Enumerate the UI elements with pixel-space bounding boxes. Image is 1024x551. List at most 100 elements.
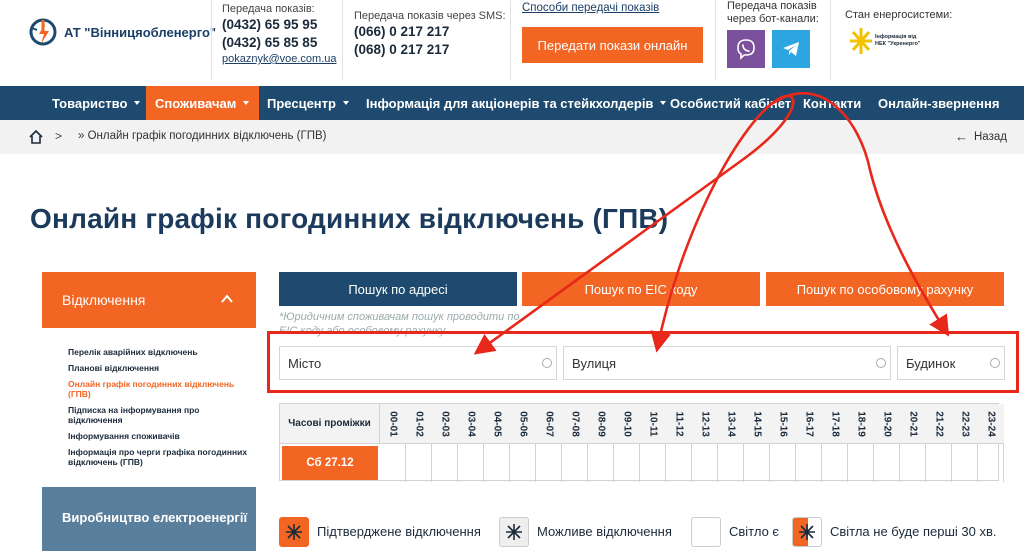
- nav-item-personal-cabinet[interactable]: Особистий кабінет: [670, 86, 791, 120]
- hour-column: 21-22: [926, 404, 952, 482]
- nav-item-online-appeal[interactable]: Онлайн-звернення: [878, 86, 999, 120]
- sidebar-item-consumer-info[interactable]: Інформування споживачів: [68, 431, 248, 441]
- hour-header-cell: 17-18: [822, 404, 848, 444]
- back-link[interactable]: ← Назад: [955, 129, 1007, 144]
- telegram-bot-button[interactable]: [772, 30, 810, 68]
- sidebar-item-subscription[interactable]: Підписка на інформування про відключення: [68, 405, 248, 425]
- hour-column: 02-03: [432, 404, 458, 482]
- hour-label: 17-18: [829, 410, 841, 437]
- hour-header-cell: 14-15: [744, 404, 770, 444]
- main-nav: Товариство Споживачам Пресцентр Інформац…: [0, 86, 1024, 120]
- legend-label: Світла не буде перші 30 хв.: [830, 524, 997, 539]
- back-label: Назад: [974, 130, 1007, 143]
- hour-column: 08-09: [588, 404, 614, 482]
- breadcrumb: > » Онлайн графік погодинних відключень …: [0, 120, 1024, 154]
- phone-number-2[interactable]: (0432) 65 85 85: [222, 34, 337, 52]
- hour-column: 09-10: [614, 404, 640, 482]
- hour-column: 07-08: [562, 404, 588, 482]
- hour-label: 20-21: [907, 410, 919, 437]
- sms-number-2[interactable]: (068) 0 217 217: [354, 41, 506, 59]
- hour-header-cell: 20-21: [900, 404, 926, 444]
- tab-search-by-account[interactable]: Пошук по особовому рахунку: [766, 272, 1004, 306]
- viber-bot-button[interactable]: [727, 30, 765, 68]
- company-logo[interactable]: АТ "Вінницяобленерго": [28, 14, 216, 50]
- nav-label: Контакти: [803, 95, 862, 111]
- hour-column: 11-12: [666, 404, 692, 482]
- sidebar-item-queue-info[interactable]: Інформація про черги графіка погодинних …: [68, 447, 248, 467]
- annotation-highlight-box: [267, 331, 1019, 393]
- hour-header-cell: 15-16: [770, 404, 796, 444]
- hour-column: 01-02: [406, 404, 432, 482]
- sidebar-item-online-schedule[interactable]: Онлайн графік погодинних відключень (ГПВ…: [68, 379, 248, 399]
- email-link[interactable]: pokaznyk@voe.com.ua: [222, 52, 337, 66]
- nav-item-press-center[interactable]: Пресцентр: [267, 86, 349, 120]
- hour-header-cell: 07-08: [562, 404, 588, 444]
- logo-mark-icon: [28, 14, 58, 50]
- hour-column: 17-18: [822, 404, 848, 482]
- nav-label: Товариство: [52, 95, 128, 111]
- hour-label: 18-19: [855, 410, 867, 437]
- hour-header-cell: 09-10: [614, 404, 640, 444]
- hour-label: 05-06: [517, 410, 529, 437]
- confirmed-outage-icon: [279, 516, 309, 547]
- nav-label: Особистий кабінет: [670, 95, 792, 111]
- sidebar-item-emergency-outages[interactable]: Перелік аварійних відключень: [68, 347, 248, 357]
- sms-label: Передача показів через SMS:: [354, 10, 506, 22]
- bot-label-line-1: Передача показів: [727, 0, 817, 12]
- nav-item-contacts[interactable]: Контакти: [803, 86, 861, 120]
- reading-methods-link[interactable]: Способи передачі показів: [522, 2, 659, 14]
- hour-label: 08-09: [595, 410, 607, 437]
- hour-label: 04-05: [491, 410, 503, 437]
- hour-label: 23-24: [985, 410, 997, 437]
- nav-item-company[interactable]: Товариство: [52, 86, 141, 120]
- phone-label: Передача показів:: [222, 3, 315, 15]
- hour-column: 19-20: [874, 404, 900, 482]
- hour-label: 00-01: [387, 410, 399, 437]
- chevron-down-icon: [342, 101, 349, 105]
- sms-number-1[interactable]: (066) 0 217 217: [354, 23, 506, 41]
- legend-confirmed: Підтверджене відключення: [279, 516, 481, 547]
- tab-search-by-eic[interactable]: Пошук по ЕІС коду: [522, 272, 760, 306]
- sidebar-section-outages[interactable]: Відключення: [42, 272, 256, 328]
- tab-search-by-address[interactable]: Пошук по адресі: [279, 272, 517, 306]
- nav-label: Споживачам: [155, 95, 237, 111]
- home-icon[interactable]: [28, 129, 44, 145]
- hour-label: 02-03: [439, 410, 451, 437]
- nav-item-shareholders[interactable]: Інформація для акціонерів та стейкхолдер…: [366, 86, 667, 120]
- hour-header-cell: 21-22: [926, 404, 952, 444]
- hour-header-cell: 11-12: [666, 404, 692, 444]
- hour-header-cell: 03-04: [458, 404, 484, 444]
- phone-number-1[interactable]: (0432) 65 95 95: [222, 16, 337, 34]
- ukrenergo-caption-line-2: НЕК "Укренерго": [875, 41, 921, 47]
- hour-label: 14-15: [751, 410, 763, 437]
- company-name: АТ "Вінницяобленерго": [64, 24, 217, 40]
- hour-label: 13-14: [725, 410, 737, 437]
- nav-label: Інформація для акціонерів та стейкхолдер…: [366, 95, 654, 111]
- hour-header-cell: 19-20: [874, 404, 900, 444]
- day-label: Сб 27.12: [282, 446, 378, 480]
- bot-label-line-2: через бот-канали:: [727, 13, 819, 25]
- hour-header-cell: 13-14: [718, 404, 744, 444]
- hour-label: 06-07: [543, 410, 555, 437]
- hour-label: 19-20: [881, 410, 893, 437]
- hour-column: 22-23: [952, 404, 978, 482]
- sidebar-section-generation[interactable]: Виробництво електроенергії: [42, 487, 256, 551]
- hour-column: 20-21: [900, 404, 926, 482]
- hour-column: 00-01: [380, 404, 406, 482]
- sidebar-links: Перелік аварійних відключень Планові від…: [68, 347, 248, 473]
- bot-channels-label: Передача показів через бот-канали:: [727, 0, 819, 26]
- hour-column: 05-06: [510, 404, 536, 482]
- hour-label: 01-02: [413, 410, 425, 437]
- hour-label: 03-04: [465, 410, 477, 437]
- legend-label: Можливе відключення: [537, 524, 672, 539]
- hour-header-cell: 18-19: [848, 404, 874, 444]
- hour-header-cell: 02-03: [432, 404, 458, 444]
- nav-item-consumers[interactable]: Споживачам: [146, 86, 259, 120]
- send-readings-online-button[interactable]: Передати покази онлайн: [522, 27, 703, 63]
- legend-label: Підтверджене відключення: [317, 524, 481, 539]
- sidebar-item-planned-outages[interactable]: Планові відключення: [68, 363, 248, 373]
- breadcrumb-separator: >: [55, 129, 63, 143]
- hour-label: 15-16: [777, 410, 789, 437]
- hour-header-cell: 23-24: [978, 404, 1004, 444]
- ukrenergo-info-link[interactable]: Інформація від НЕК "Укренерго": [850, 28, 920, 54]
